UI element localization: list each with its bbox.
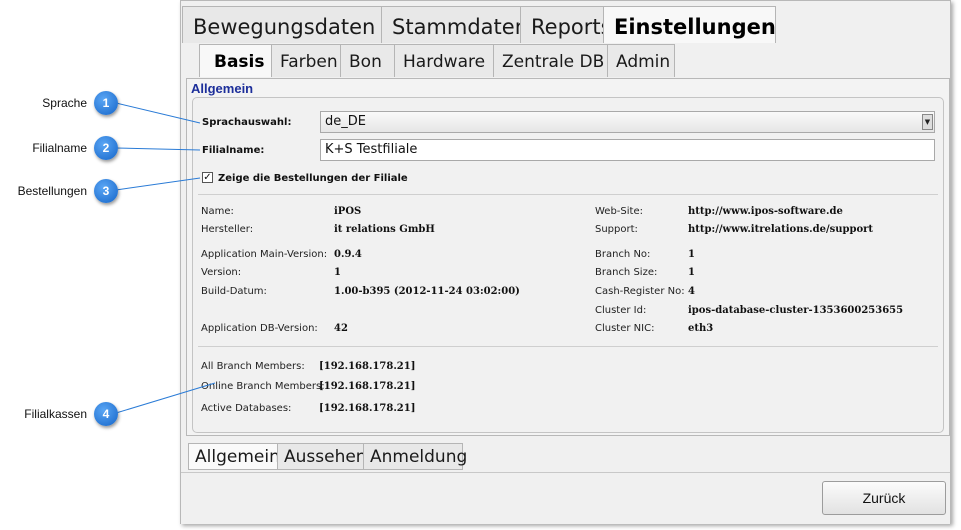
callout-badge-1: 1: [94, 91, 118, 115]
callout-lines: [115, 102, 216, 414]
callout-badge-3: 3: [94, 179, 118, 203]
callout-label-sprache: Sprache: [42, 96, 87, 110]
callout-line-2: [115, 147, 201, 151]
callout-line-4: [115, 382, 216, 414]
callout-line-3: [115, 177, 201, 191]
callout-badge-2: 2: [94, 136, 118, 160]
callout-badge-4: 4: [94, 402, 118, 426]
callout-label-bestellungen: Bestellungen: [17, 184, 87, 198]
callout-label-filialkassen: Filialkassen: [24, 407, 87, 421]
tab-einstellungen[interactable]: Einstellungen: [603, 6, 776, 43]
callout-line-1: [115, 102, 201, 124]
callout-label-filialname: Filialname: [32, 141, 87, 155]
